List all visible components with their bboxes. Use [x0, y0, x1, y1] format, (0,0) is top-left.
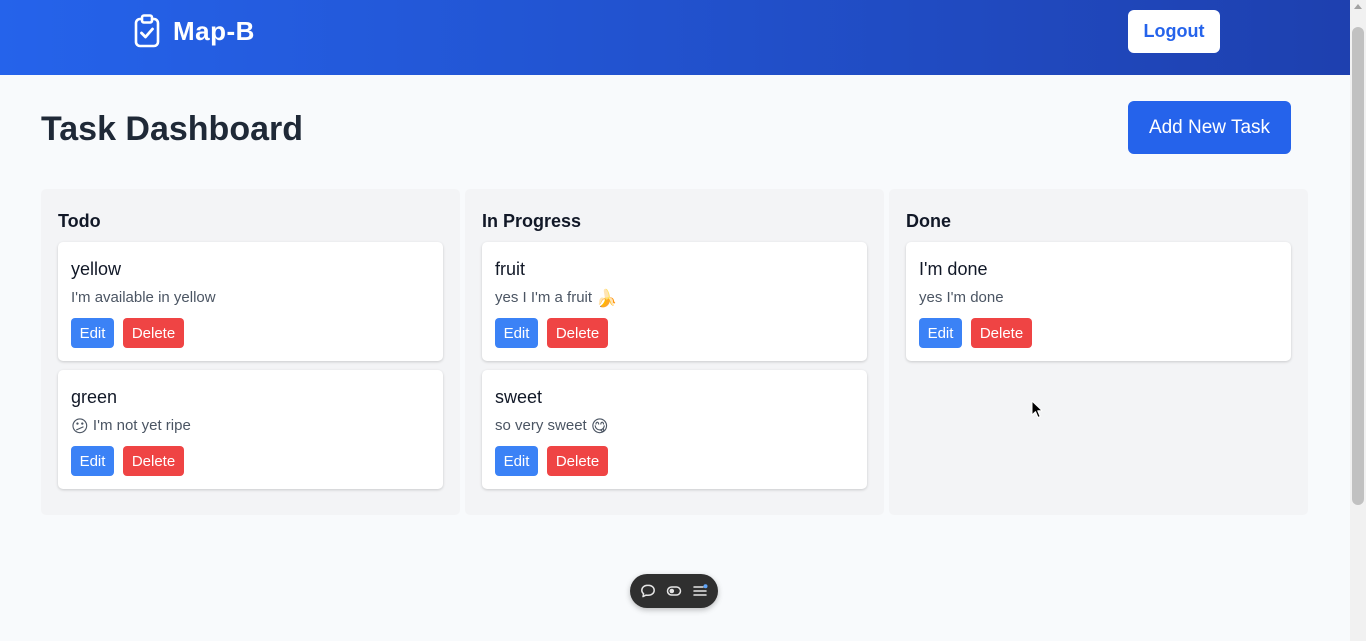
confused-face-emoji: 😕 [71, 417, 89, 436]
task-description: so very sweet 😋 [495, 416, 609, 437]
column-title: In Progress [482, 211, 582, 231]
column-todo: Todo yellow I'm available in yellow Edit… [41, 189, 460, 515]
comment-icon[interactable] [640, 583, 656, 599]
scroll-up-arrow-icon[interactable] [1354, 4, 1362, 9]
column-title: Done [906, 211, 951, 231]
logout-button[interactable]: Logout [1128, 10, 1220, 53]
task-card: green 😕 I'm not yet ripe Edit Delete [58, 370, 443, 489]
yum-face-emoji: 😋 [590, 417, 609, 436]
task-title: green [71, 387, 118, 407]
edit-button[interactable]: Edit [495, 318, 538, 348]
mouse-cursor-icon [1031, 400, 1043, 418]
task-description: 😕 I'm not yet ripe [71, 416, 191, 437]
task-actions: Edit Delete [495, 446, 608, 476]
delete-button[interactable]: Delete [123, 446, 184, 476]
delete-button[interactable]: Delete [547, 446, 608, 476]
column-done: Done I'm done yes I'm done Edit Delete [889, 189, 1308, 515]
app-name: Map-B [173, 16, 255, 46]
task-title: sweet [495, 387, 543, 407]
task-card: fruit yes I I'm a fruit 🍌 Edit Delete [482, 242, 867, 361]
banana-emoji: 🍌 [596, 289, 618, 308]
floating-toolbar [630, 574, 718, 608]
task-actions: Edit Delete [919, 318, 1032, 348]
edit-button[interactable]: Edit [919, 318, 962, 348]
task-description-text: yes I'm done [919, 289, 1004, 306]
task-description: I'm available in yellow [71, 288, 216, 308]
page-title: Task Dashboard [41, 110, 304, 148]
column-title: Todo [58, 211, 101, 231]
delete-button[interactable]: Delete [547, 318, 608, 348]
task-actions: Edit Delete [71, 446, 184, 476]
clipboard-check-icon [134, 14, 160, 48]
task-actions: Edit Delete [71, 318, 184, 348]
scrollbar-thumb[interactable] [1352, 27, 1364, 505]
top-navbar: Map-B Logout [0, 0, 1350, 75]
task-description-text: I'm available in yellow [71, 289, 216, 306]
delete-button[interactable]: Delete [971, 318, 1032, 348]
task-description: yes I'm done [919, 288, 1004, 308]
menu-icon[interactable] [692, 583, 708, 599]
add-new-task-button[interactable]: Add New Task [1128, 101, 1291, 154]
edit-button[interactable]: Edit [71, 318, 114, 348]
task-description-text: so very sweet [495, 417, 587, 434]
task-description-text: I'm not yet ripe [92, 417, 191, 434]
task-description: yes I I'm a fruit 🍌 [495, 288, 617, 309]
toggle-icon[interactable] [666, 583, 682, 599]
task-description-text: yes I I'm a fruit [495, 289, 593, 306]
task-title: fruit [495, 259, 526, 279]
delete-button[interactable]: Delete [123, 318, 184, 348]
brand[interactable]: Map-B [133, 14, 255, 48]
task-title: I'm done [919, 259, 988, 279]
vertical-scrollbar[interactable] [1350, 0, 1366, 641]
edit-button[interactable]: Edit [495, 446, 538, 476]
task-card: sweet so very sweet 😋 Edit Delete [482, 370, 867, 489]
task-card: I'm done yes I'm done Edit Delete [906, 242, 1291, 361]
task-card: yellow I'm available in yellow Edit Dele… [58, 242, 443, 361]
edit-button[interactable]: Edit [71, 446, 114, 476]
task-title: yellow [71, 259, 122, 279]
task-actions: Edit Delete [495, 318, 608, 348]
column-in-progress: In Progress fruit yes I I'm a fruit 🍌 Ed… [465, 189, 884, 515]
